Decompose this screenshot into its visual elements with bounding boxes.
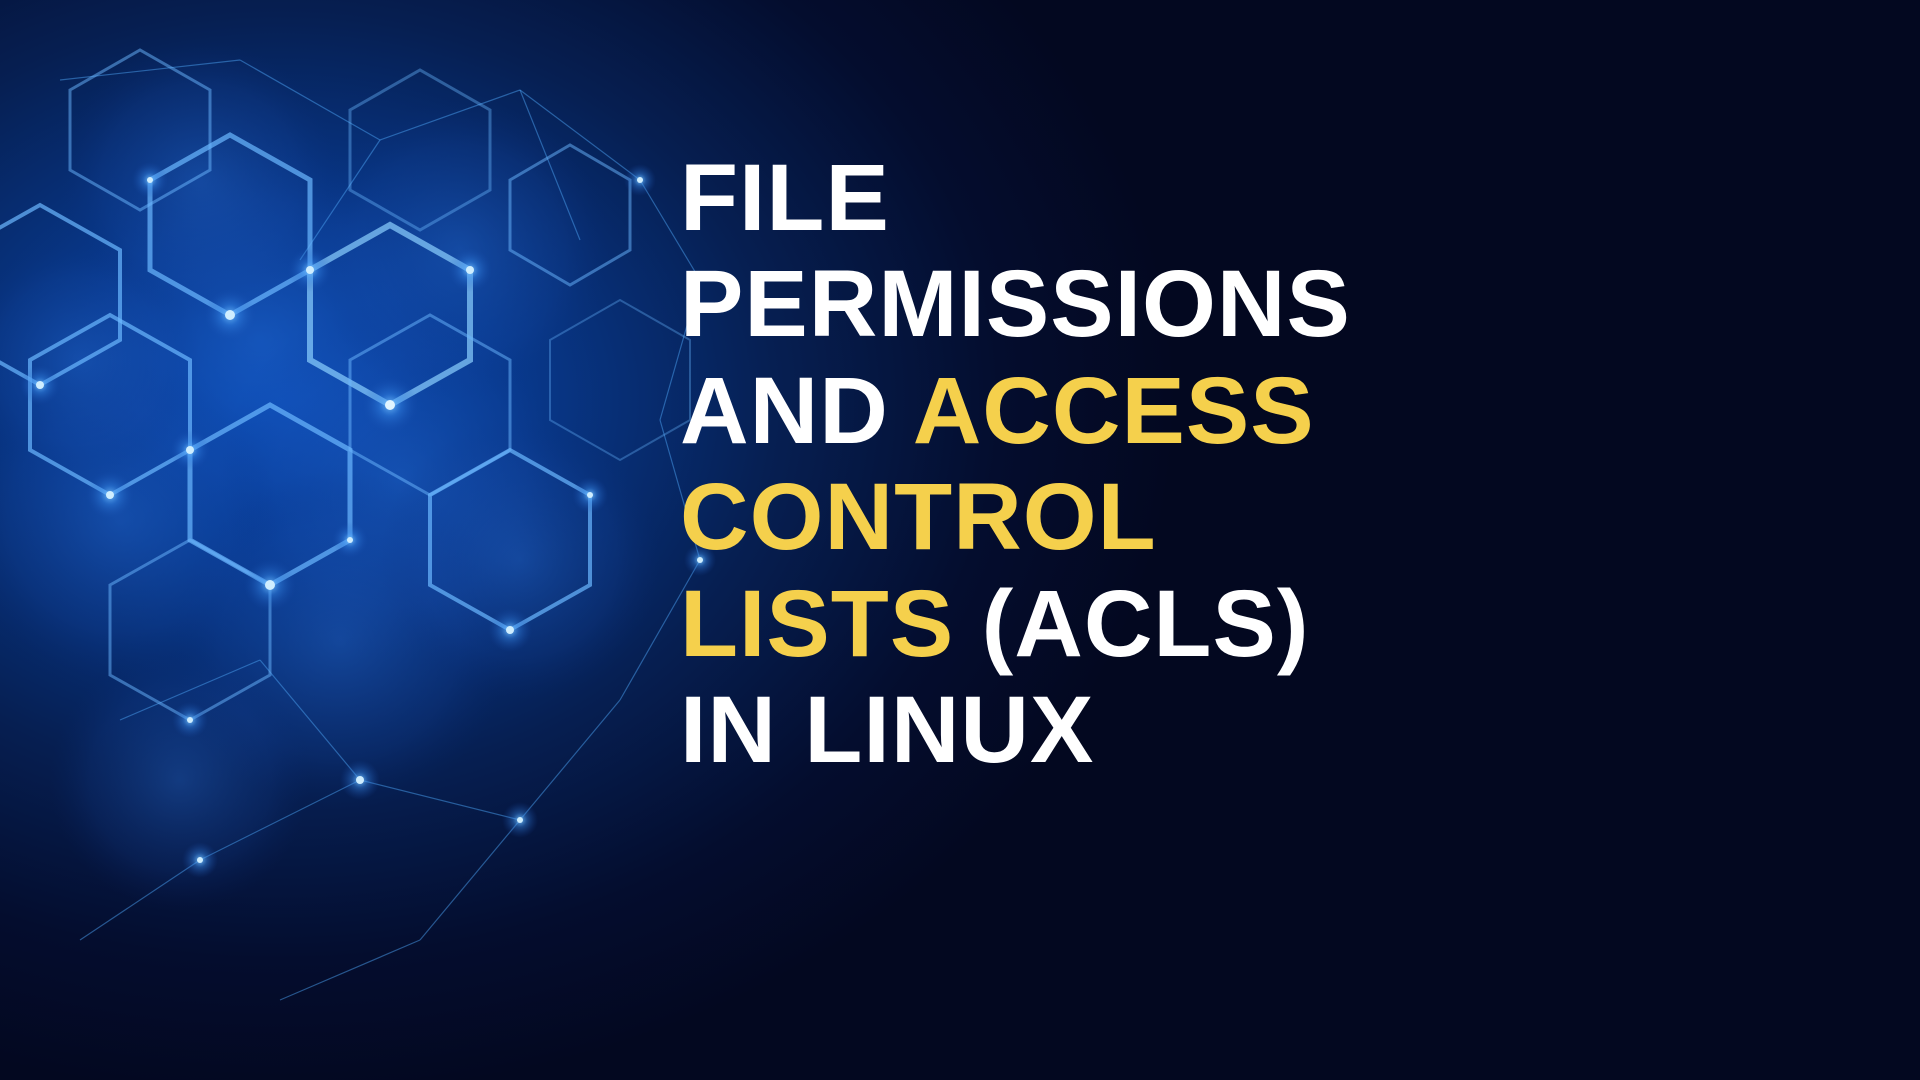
title-line-1: FILE	[680, 145, 1500, 251]
title-line-5: LISTS (ACLS)	[680, 571, 1500, 677]
title-line-6: IN LINUX	[680, 677, 1500, 783]
title-highlight-access: ACCESS	[913, 358, 1315, 464]
title-line-4: CONTROL	[680, 464, 1500, 570]
title-line-3: AND ACCESS	[680, 358, 1500, 464]
title-highlight-lists: LISTS	[680, 571, 954, 677]
title-heading: FILE PERMISSIONS AND ACCESS CONTROL LIST…	[680, 145, 1500, 783]
title-line-2: PERMISSIONS	[680, 251, 1500, 357]
